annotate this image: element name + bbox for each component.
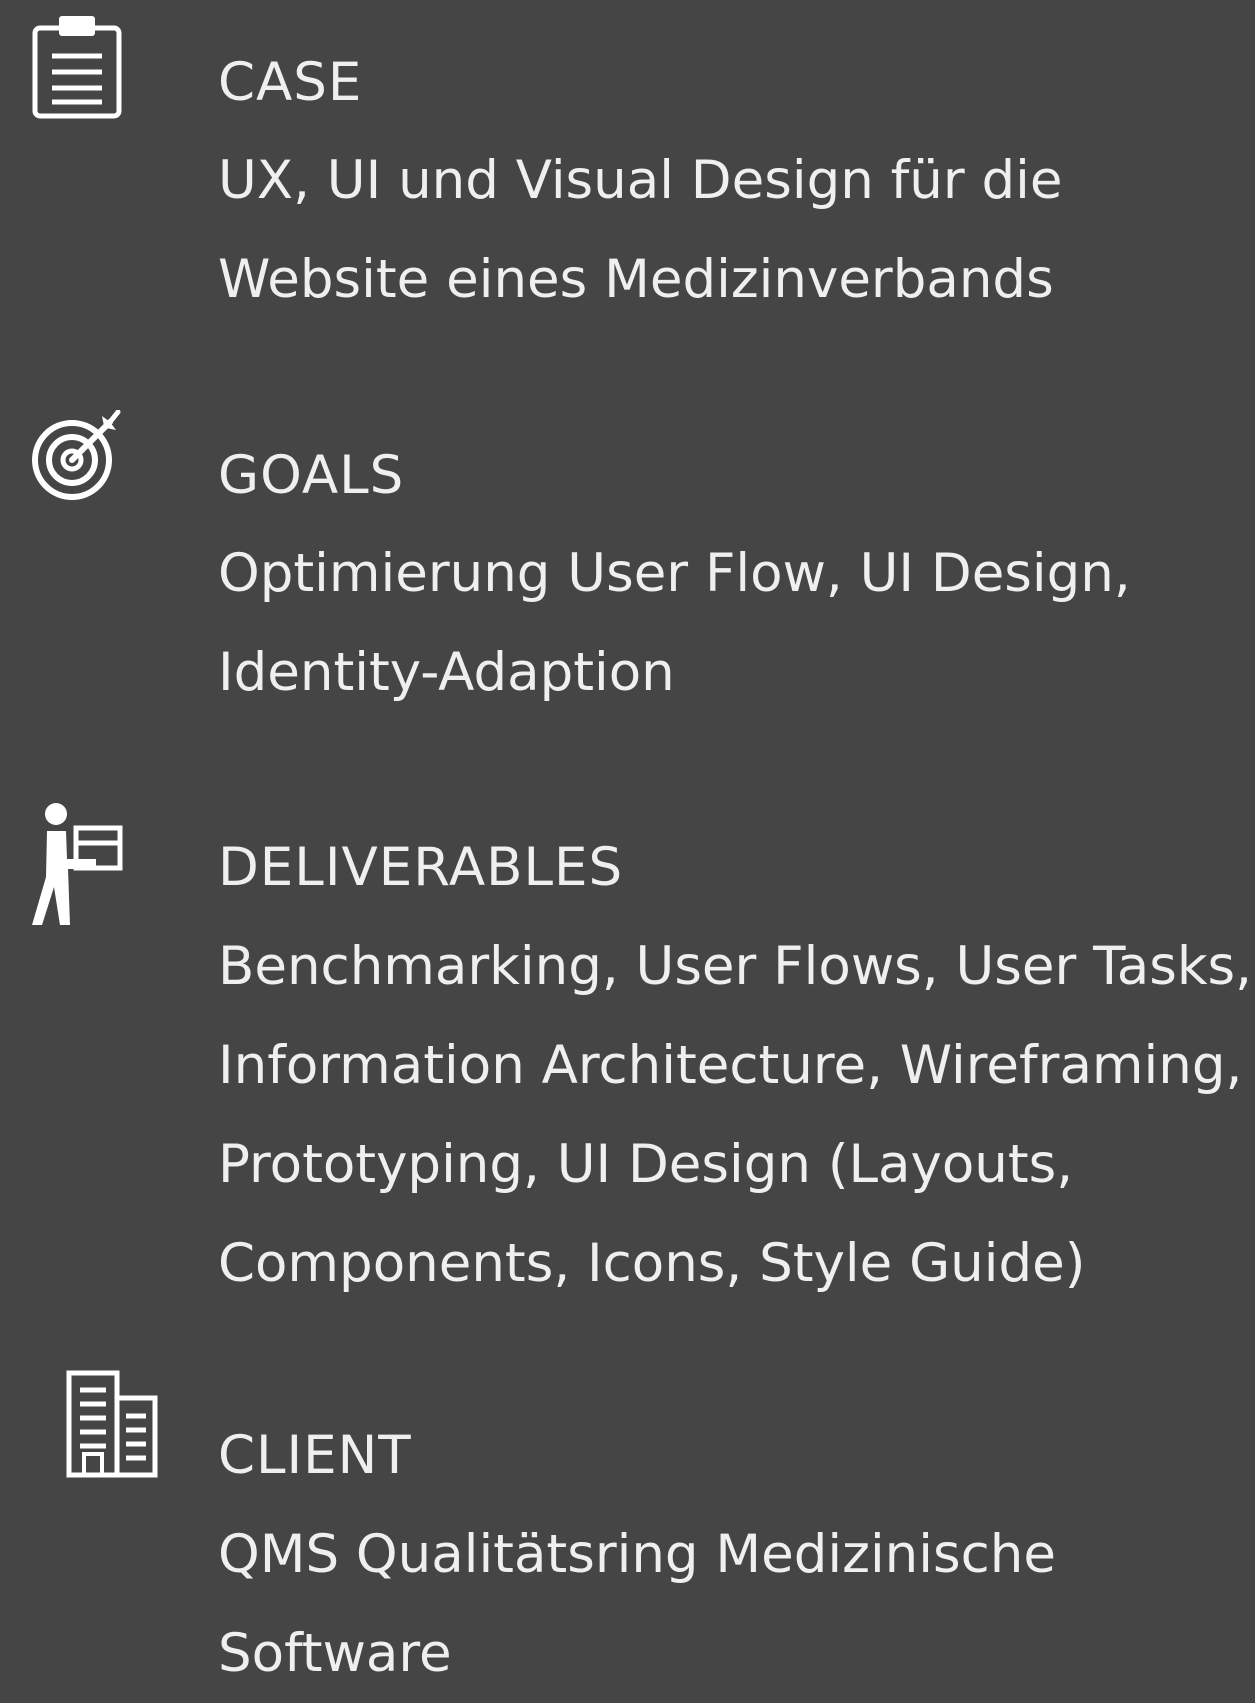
- deliverables-description: Benchmarking, User Flows, User Tasks, In…: [218, 917, 1252, 1313]
- target-icon: [30, 410, 122, 502]
- delivery-person-icon: [30, 803, 124, 927]
- client-description: QMS Qualitätsring Medizinische Software: [218, 1505, 1248, 1703]
- goals-line: Optimierung User Flow, UI Design,: [218, 543, 1131, 604]
- deliverables-line: Benchmarking, User Flows, User Tasks,: [218, 936, 1252, 997]
- case-heading: CASE: [218, 52, 363, 113]
- clipboard-icon: [32, 16, 122, 120]
- deliverables-line: Prototyping, UI Design (Layouts,: [218, 1134, 1074, 1195]
- case-description: UX, UI und Visual Design für die Website…: [218, 131, 1248, 329]
- goals-heading: GOALS: [218, 445, 405, 506]
- case-line: UX, UI und Visual Design für die: [218, 150, 1063, 211]
- deliverables-heading: DELIVERABLES: [218, 837, 624, 898]
- client-line: Software: [218, 1623, 452, 1684]
- goals-line: Identity-Adaption: [218, 642, 675, 703]
- client-heading: CLIENT: [218, 1425, 412, 1486]
- goals-description: Optimierung User Flow, UI Design, Identi…: [218, 524, 1248, 722]
- client-line: QMS Qualitätsring Medizinische: [218, 1524, 1056, 1585]
- office-building-icon: [66, 1370, 158, 1478]
- deliverables-line: Components, Icons, Style Guide): [218, 1233, 1086, 1294]
- case-line: Website eines Medizinverbands: [218, 249, 1054, 310]
- deliverables-line: Information Architecture, Wireframing,: [218, 1035, 1243, 1096]
